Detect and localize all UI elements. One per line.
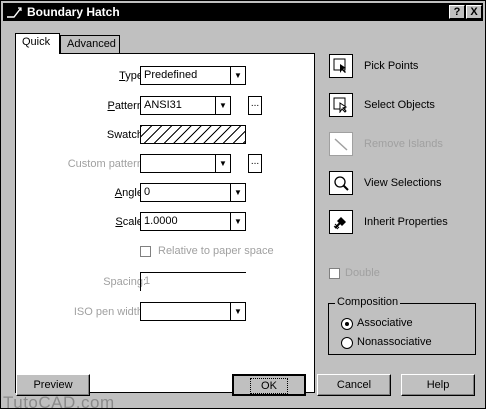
chevron-down-icon: ▼ (230, 303, 245, 320)
boundary-hatch-dialog: Boundary Hatch ? X Quick Advanced Type: … (0, 0, 486, 412)
remove-islands-button[interactable] (329, 132, 353, 156)
nonassociative-label: Nonassociative (357, 336, 432, 348)
angle-value: 0 (144, 186, 151, 198)
scale-dropdown[interactable]: 1.0000 ▼ (140, 212, 246, 231)
cancel-button[interactable]: Cancel (317, 374, 391, 396)
pick-points-label: Pick Points (364, 60, 419, 72)
help-title-button[interactable]: ? (449, 5, 465, 19)
pattern-browse-button[interactable]: ... (248, 96, 262, 115)
chevron-down-icon: ▼ (230, 184, 245, 201)
ok-button[interactable]: OK (232, 374, 306, 396)
remove-islands-icon (334, 138, 348, 151)
type-dropdown[interactable]: Predefined ▼ (140, 66, 246, 85)
remove-islands-label: Remove Islands (364, 138, 443, 150)
tab-quick[interactable]: Quick (15, 33, 60, 54)
ok-label: OK (250, 378, 288, 394)
chevron-down-icon: ▼ (215, 97, 230, 114)
inherit-properties-label: Inherit Properties (364, 216, 448, 228)
nonassociative-radio[interactable] (341, 337, 353, 349)
custom-pattern-browse-button[interactable]: ... (248, 154, 262, 173)
composition-title: Composition (335, 296, 401, 308)
chevron-down-icon: ▼ (230, 213, 245, 230)
relative-paper-checkbox[interactable] (140, 246, 151, 257)
iso-pen-label: ISO pen width: (73, 306, 146, 318)
hatch-app-icon (7, 7, 22, 18)
spacing-input[interactable]: 1 (140, 272, 246, 291)
iso-pen-dropdown[interactable]: ▼ (140, 302, 246, 321)
view-selections-icon (334, 176, 349, 191)
associative-radio[interactable] (341, 318, 353, 330)
custom-pattern-label: Custom pattern: (67, 158, 146, 170)
double-label: Double (345, 267, 380, 279)
swatch-preview[interactable] (140, 125, 246, 144)
scale-value: 1.0000 (144, 215, 178, 227)
watermark-text: TutoCAD.com (3, 393, 115, 412)
close-button[interactable]: X (466, 5, 482, 19)
title-bar: Boundary Hatch ? X (3, 3, 483, 21)
chevron-down-icon: ▼ (215, 155, 230, 172)
quick-tab-panel: Type: Predefined ▼ Pattern: ANSI31 ▼ ...… (15, 53, 315, 393)
tab-container: Quick Advanced Type: Predefined ▼ Patter… (15, 33, 315, 393)
select-objects-button[interactable] (329, 93, 353, 117)
custom-pattern-dropdown[interactable]: ▼ (140, 154, 231, 173)
chevron-down-icon: ▼ (230, 67, 245, 84)
window-title: Boundary Hatch (27, 5, 120, 19)
relative-paper-label: Relative to paper space (158, 245, 274, 257)
angle-dropdown[interactable]: 0 ▼ (140, 183, 246, 202)
type-value: Predefined (144, 69, 198, 81)
pattern-dropdown[interactable]: ANSI31 ▼ (140, 96, 231, 115)
select-objects-icon (333, 97, 348, 114)
pick-points-icon (333, 58, 346, 73)
inherit-properties-button[interactable] (329, 210, 353, 234)
associative-label: Associative (357, 317, 413, 329)
view-selections-button[interactable] (329, 171, 353, 195)
tab-advanced[interactable]: Advanced (60, 35, 120, 53)
pick-points-button[interactable] (329, 54, 353, 78)
inherit-properties-icon (333, 217, 346, 230)
select-objects-label: Select Objects (364, 99, 435, 111)
pattern-value: ANSI31 (144, 99, 182, 111)
double-checkbox[interactable] (329, 268, 340, 279)
help-button[interactable]: Help (401, 374, 475, 396)
view-selections-label: View Selections (364, 177, 442, 189)
